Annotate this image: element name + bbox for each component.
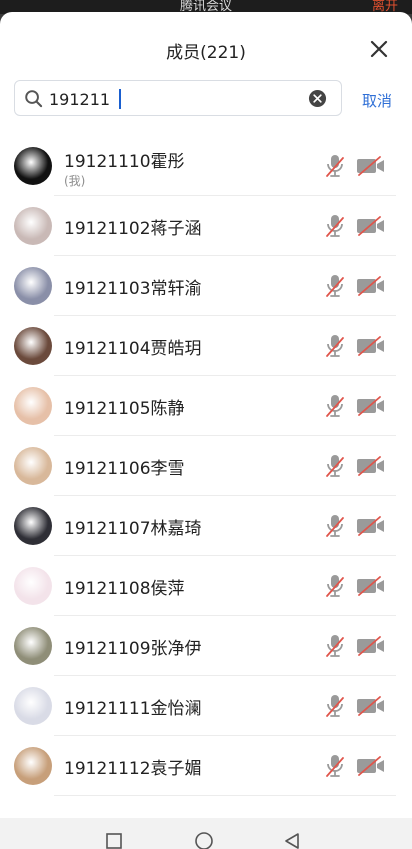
member-row[interactable]: 19121102蒋子涵 <box>0 196 412 256</box>
page-title: 成员(221) <box>166 43 246 63</box>
text-cursor <box>119 89 121 109</box>
row-divider <box>54 795 396 796</box>
camera-off-icon[interactable] <box>356 455 385 477</box>
circle-icon[interactable] <box>194 831 214 849</box>
member-row[interactable]: 19121103常轩渝 <box>0 256 412 316</box>
avatar <box>14 207 52 245</box>
search-input[interactable] <box>49 86 279 112</box>
member-name: 19121104贾皓玥 <box>64 339 202 359</box>
search-icon <box>25 90 43 108</box>
camera-off-icon[interactable] <box>356 755 385 777</box>
sheet-header: 成员(221) <box>0 12 412 76</box>
mic-muted-icon[interactable] <box>323 333 347 359</box>
member-name: 19121105陈静 <box>64 399 185 419</box>
avatar <box>14 267 52 305</box>
camera-off-icon[interactable] <box>356 515 385 537</box>
member-list: 19121110霍彤 (我) 19121102蒋子涵 19121103常轩渝 19… <box>0 136 412 796</box>
mic-muted-icon[interactable] <box>323 213 347 239</box>
mic-muted-icon[interactable] <box>323 513 347 539</box>
system-navigation-bar <box>0 818 412 849</box>
member-name: 19121108侯萍 <box>64 579 185 599</box>
clear-circle-icon[interactable] <box>308 89 327 108</box>
camera-off-icon[interactable] <box>356 215 385 237</box>
mic-muted-icon[interactable] <box>323 573 347 599</box>
member-name: 19121109张净伊 <box>64 639 202 659</box>
avatar <box>14 387 52 425</box>
member-row[interactable]: 19121104贾皓玥 <box>0 316 412 376</box>
cancel-button[interactable]: 取消 <box>362 90 392 111</box>
camera-off-icon[interactable] <box>356 155 385 177</box>
self-tag: (我) <box>64 174 86 188</box>
avatar <box>14 627 52 665</box>
member-name: 19121111金怡澜 <box>64 699 202 719</box>
mic-muted-icon[interactable] <box>323 753 347 779</box>
camera-off-icon[interactable] <box>356 275 385 297</box>
search-box[interactable] <box>14 80 342 116</box>
member-row[interactable]: 19121109张净伊 <box>0 616 412 676</box>
avatar <box>14 447 52 485</box>
avatar <box>14 147 52 185</box>
avatar <box>14 567 52 605</box>
member-row[interactable]: 19121107林嘉琦 <box>0 496 412 556</box>
avatar <box>14 507 52 545</box>
member-row[interactable]: 19121105陈静 <box>0 376 412 436</box>
camera-off-icon[interactable] <box>356 575 385 597</box>
mic-muted-icon[interactable] <box>323 393 347 419</box>
mic-muted-icon[interactable] <box>323 693 347 719</box>
member-row[interactable]: 19121108侯萍 <box>0 556 412 616</box>
member-row[interactable]: 19121106李雪 <box>0 436 412 496</box>
close-icon[interactable] <box>368 38 390 60</box>
camera-off-icon[interactable] <box>356 635 385 657</box>
camera-off-icon[interactable] <box>356 335 385 357</box>
avatar <box>14 327 52 365</box>
member-row[interactable]: 19121111金怡澜 <box>0 676 412 736</box>
member-name: 19121107林嘉琦 <box>64 519 202 539</box>
mic-muted-icon[interactable] <box>323 633 347 659</box>
member-name: 19121103常轩渝 <box>64 279 202 299</box>
square-icon[interactable] <box>105 832 123 849</box>
member-row[interactable]: 19121112袁子媚 <box>0 736 412 796</box>
member-name: 19121106李雪 <box>64 459 185 479</box>
mic-muted-icon[interactable] <box>323 273 347 299</box>
mic-muted-icon[interactable] <box>323 153 347 179</box>
avatar <box>14 687 52 725</box>
mic-muted-icon[interactable] <box>323 453 347 479</box>
camera-off-icon[interactable] <box>356 695 385 717</box>
camera-off-icon[interactable] <box>356 395 385 417</box>
member-name: 19121110霍彤 <box>64 152 185 172</box>
member-name: 19121112袁子媚 <box>64 759 202 779</box>
member-row[interactable]: 19121110霍彤 (我) <box>0 136 412 196</box>
avatar <box>14 747 52 785</box>
members-sheet: 成员(221) 取消 19121110霍彤 (我) 19121102蒋子涵 <box>0 12 412 849</box>
member-name: 19121102蒋子涵 <box>64 219 202 239</box>
triangle-back-icon[interactable] <box>283 832 301 849</box>
